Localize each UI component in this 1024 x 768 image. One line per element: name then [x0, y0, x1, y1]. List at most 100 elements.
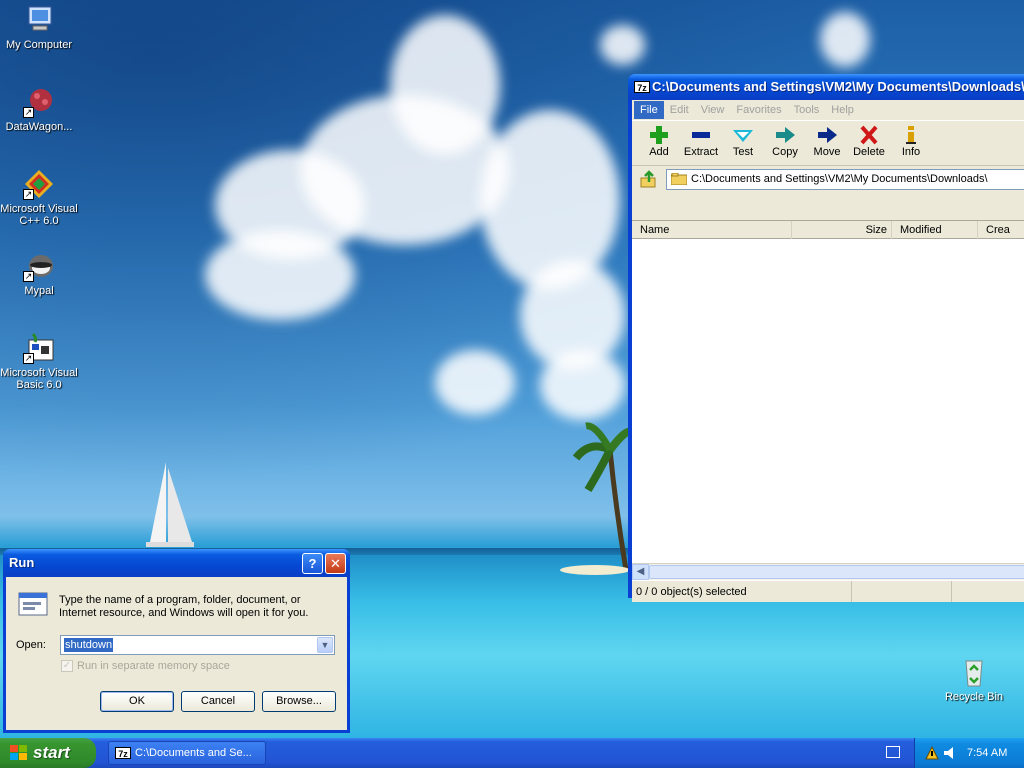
7zip-window: 7z C:\Documents and Settings\VM2\My Docu… [628, 74, 1024, 602]
desktop-icon-label: DataWagon... [5, 121, 73, 133]
menu-help[interactable]: Help [825, 101, 860, 119]
run-program-icon [18, 592, 48, 616]
run-titlebar[interactable]: Run ? ✕ [3, 549, 350, 577]
desktop-icon-label: Microsoft Visual C++ 6.0 [0, 203, 78, 227]
cancel-button[interactable]: Cancel [181, 691, 255, 712]
check-icon [733, 130, 753, 142]
column-header-size[interactable]: Size [792, 221, 892, 239]
windows-logo-icon [10, 745, 27, 760]
shortcut-arrow-icon: ↗ [23, 189, 34, 200]
run-dialog: Run ? ✕ Type the name of a program, fold… [3, 549, 350, 733]
7zip-menubar: File Edit View Favorites Tools Help [632, 100, 1024, 120]
mypal-icon: ↗ [23, 250, 55, 282]
close-button[interactable]: ✕ [325, 553, 346, 574]
desktop-icon-my-computer[interactable]: My Computer [0, 4, 78, 51]
browse-button[interactable]: Browse... [262, 691, 336, 712]
cloud [205, 230, 355, 320]
delete-button[interactable]: Delete [848, 121, 890, 165]
7zip-addressbar: C:\Documents and Settings\VM2\My Documen… [632, 166, 1024, 192]
up-folder-button[interactable] [638, 169, 660, 189]
address-text: C:\Documents and Settings\VM2\My Documen… [691, 173, 988, 185]
arrow-right-icon [776, 127, 795, 143]
move-button[interactable]: Move [806, 121, 848, 165]
7zip-window-title: C:\Documents and Settings\VM2\My Documen… [652, 79, 1024, 94]
scroll-thumb[interactable] [649, 565, 1024, 579]
start-button[interactable]: start [0, 738, 96, 768]
add-button[interactable]: Add [638, 121, 680, 165]
7zip-toolbar: Add Extract Test Copy Move Delete Info [632, 120, 1024, 166]
cloud [435, 350, 515, 415]
menu-edit[interactable]: Edit [664, 101, 695, 119]
desktop-icon-visual-basic[interactable]: ↗ Microsoft Visual Basic 6.0 [0, 332, 78, 391]
file-list-body[interactable] [632, 240, 1024, 563]
7zip-titlebar[interactable]: 7z C:\Documents and Settings\VM2\My Docu… [628, 74, 1024, 100]
shortcut-arrow-icon: ↗ [23, 107, 34, 118]
list-header: Name Size Modified Crea [632, 221, 1024, 239]
computer-icon [23, 4, 55, 36]
column-header-modified[interactable]: Modified [892, 221, 978, 239]
network-warning-icon[interactable] [925, 746, 939, 760]
desktop-icon-recycle-bin[interactable]: Recycle Bin [935, 656, 1013, 703]
desktop-icon-label: My Computer [5, 39, 73, 51]
add-label: Add [649, 146, 669, 158]
help-button[interactable]: ? [302, 553, 323, 574]
copy-label: Copy [772, 146, 798, 158]
scroll-left-icon[interactable]: ◀ [632, 564, 649, 580]
desktop-icon-visual-cpp[interactable]: ↗ Microsoft Visual C++ 6.0 [0, 168, 78, 227]
cloud [480, 110, 620, 290]
menu-tools[interactable]: Tools [788, 101, 826, 119]
sailboat-image [146, 462, 194, 547]
status-cell [952, 581, 1024, 602]
info-label: Info [901, 146, 921, 158]
status-cell [852, 581, 952, 602]
test-button[interactable]: Test [722, 121, 764, 165]
run-dialog-body: Type the name of a program, folder, docu… [6, 577, 347, 730]
taskbar-button-label: C:\Documents and Se... [135, 747, 252, 759]
copy-button[interactable]: Copy [764, 121, 806, 165]
extract-button[interactable]: Extract [680, 121, 722, 165]
checkbox-icon: ✓ [61, 660, 73, 672]
desktop-icon-mypal[interactable]: ↗ Mypal [0, 250, 78, 297]
menu-view[interactable]: View [695, 101, 731, 119]
open-input-text[interactable]: shutdown [64, 638, 114, 652]
folder-icon [671, 173, 687, 185]
run-dialog-title: Run [9, 555, 35, 570]
desktop-icon-label: Mypal [24, 285, 54, 297]
column-header-name[interactable]: Name [632, 221, 792, 239]
7zip-client-area: File Edit View Favorites Tools Help Add … [632, 100, 1024, 602]
taskbar-button-7zip[interactable]: 7z C:\Documents and Se... [108, 741, 266, 765]
cloud [600, 25, 645, 65]
column-header-created[interactable]: Crea [978, 221, 1024, 239]
info-button[interactable]: Info [890, 121, 932, 165]
recycle-bin-icon [958, 656, 990, 688]
up-arrow-icon [640, 170, 656, 188]
chevron-down-icon[interactable]: ▼ [317, 637, 333, 653]
address-field[interactable]: C:\Documents and Settings\VM2\My Documen… [666, 168, 1024, 190]
7zip-app-icon: 7z [115, 747, 131, 759]
run-description: Type the name of a program, folder, docu… [59, 594, 309, 619]
open-combobox[interactable]: shutdown ▼ [60, 635, 335, 655]
start-label: start [33, 743, 70, 762]
desktop-icon-label: Microsoft Visual Basic 6.0 [0, 367, 78, 391]
keyboard-icon[interactable] [886, 746, 900, 758]
7zip-app-icon: 7z [634, 81, 650, 93]
menu-favorites[interactable]: Favorites [730, 101, 787, 119]
minus-icon [692, 132, 710, 138]
clock[interactable]: 7:54 AM [967, 738, 1007, 768]
arrow-right-icon [818, 127, 837, 143]
cloud [540, 350, 625, 420]
status-selection: 0 / 0 object(s) selected [632, 581, 852, 602]
desktop-icon-datawagon[interactable]: ↗ DataWagon... [0, 86, 78, 133]
visual-cpp-icon: ↗ [23, 168, 55, 200]
visual-basic-icon: ↗ [23, 332, 55, 364]
plus-icon [650, 126, 668, 144]
ok-button[interactable]: OK [100, 691, 174, 712]
speaker-icon[interactable] [943, 746, 957, 760]
cloud [820, 12, 870, 67]
x-icon [860, 125, 878, 145]
extract-label: Extract [683, 146, 719, 158]
horizontal-scrollbar[interactable]: ◀ [632, 563, 1024, 580]
datawagon-icon: ↗ [23, 86, 55, 118]
open-label: Open: [16, 639, 46, 651]
menu-file[interactable]: File [634, 101, 664, 119]
